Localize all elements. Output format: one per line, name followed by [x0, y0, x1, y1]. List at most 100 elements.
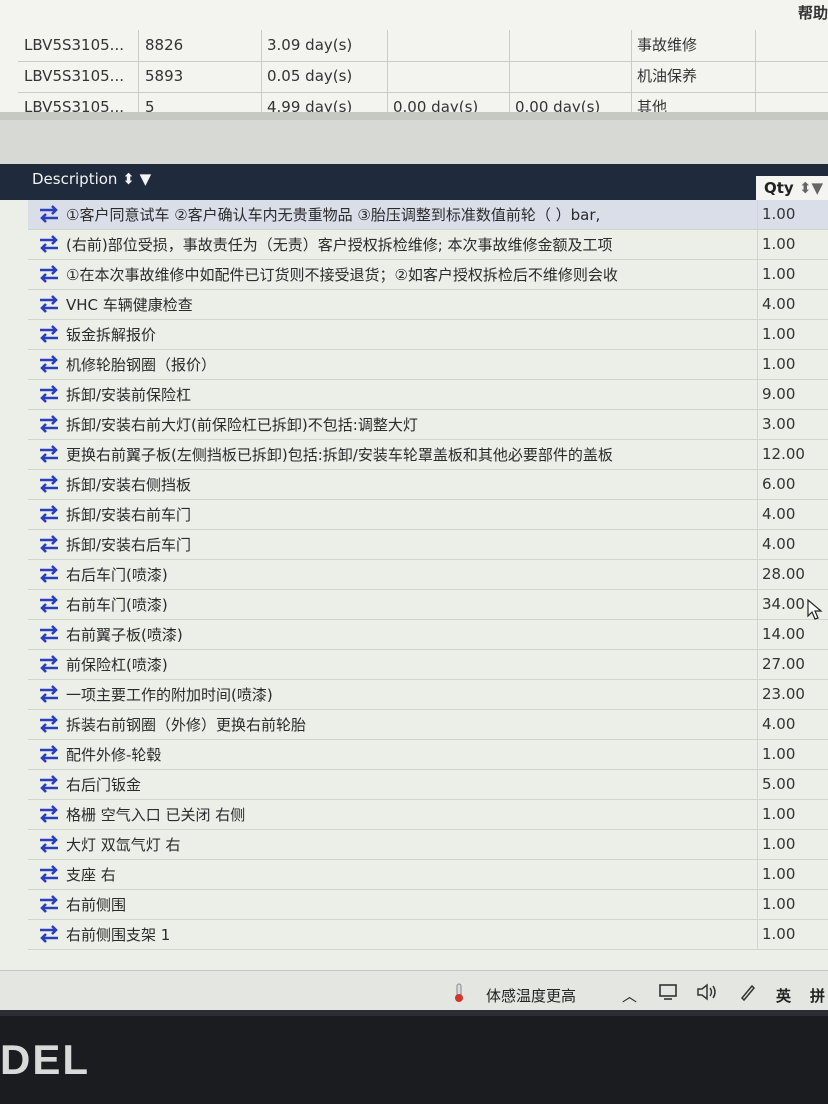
item-description: 拆装右前钢圈（外修）更换右前轮胎	[66, 716, 307, 734]
swap-arrows-icon[interactable]	[38, 535, 60, 553]
swap-arrows-icon[interactable]	[38, 205, 60, 223]
list-item[interactable]: ①在本次事故维修中如配件已订货则不接受退货；②如客户授权拆检后不维修则会收 1.0…	[28, 260, 828, 290]
table-row[interactable]: LBV5S3105... 8826 3.09 day(s) 事故维修	[18, 30, 828, 62]
column-header-description[interactable]: Description ⬍ ▼	[32, 170, 151, 188]
list-item[interactable]: 拆装右前钢圈（外修）更换右前轮胎 4.00	[28, 710, 828, 740]
swap-arrows-icon[interactable]	[38, 325, 60, 343]
grid-header: Description ⬍ ▼ Qty ⬍▼	[0, 164, 828, 200]
list-item[interactable]: 右前侧围 1.00	[28, 890, 828, 920]
swap-arrows-icon[interactable]	[38, 295, 60, 313]
item-description: 拆卸/安装右前大灯(前保险杠已拆卸)不包括:调整大灯	[66, 416, 418, 434]
days-cell: 0.05 day(s)	[261, 61, 388, 92]
swap-arrows-icon[interactable]	[38, 805, 60, 823]
list-item[interactable]: 机修轮胎钢圈（报价） 1.00	[28, 350, 828, 380]
swap-arrows-icon[interactable]	[38, 385, 60, 403]
item-qty: 3.00	[757, 410, 828, 439]
ime-mode-indicator[interactable]: 拼	[810, 985, 825, 1006]
item-qty: 4.00	[757, 290, 828, 319]
list-item[interactable]: 拆卸/安装右前大灯(前保险杠已拆卸)不包括:调整大灯 3.00	[28, 410, 828, 440]
list-item[interactable]: 前保险杠(喷漆) 27.00	[28, 650, 828, 680]
chevron-up-icon[interactable]: ︿	[622, 985, 637, 1006]
item-description: 钣金拆解报价	[66, 326, 157, 344]
item-description: 大灯 双氙气灯 右	[66, 836, 181, 854]
swap-arrows-icon[interactable]	[38, 235, 60, 253]
item-qty: 4.00	[757, 530, 828, 559]
vehicle-history-grid: 帮助 LBV5S3105... 8826 3.09 day(s) 事故维修 LB…	[0, 0, 828, 115]
list-item[interactable]: 拆卸/安装右前车门 4.00	[28, 500, 828, 530]
item-qty: 1.00	[757, 230, 828, 259]
item-qty: 9.00	[757, 380, 828, 409]
sort-icon[interactable]: ⬍	[122, 170, 135, 188]
list-item[interactable]: 右后门钣金 5.00	[28, 770, 828, 800]
swap-arrows-icon[interactable]	[38, 595, 60, 613]
list-item[interactable]: 右后车门(喷漆) 28.00	[28, 560, 828, 590]
swap-arrows-icon[interactable]	[38, 835, 60, 853]
item-description: 前保险杠(喷漆)	[66, 656, 168, 674]
ime-language-indicator[interactable]: 英	[776, 985, 791, 1006]
list-item[interactable]: 一项主要工作的附加时间(喷漆) 23.00	[28, 680, 828, 710]
list-item[interactable]: 格栅 空气入口 已关闭 右侧 1.00	[28, 800, 828, 830]
swap-arrows-icon[interactable]	[38, 565, 60, 583]
list-item[interactable]: 支座 右 1.00	[28, 860, 828, 890]
pen-icon[interactable]	[738, 982, 758, 1006]
thermometer-icon[interactable]	[452, 983, 466, 1007]
list-item[interactable]: VHC 车辆健康检查 4.00	[28, 290, 828, 320]
column-header-qty[interactable]: Qty ⬍▼	[756, 176, 828, 200]
swap-arrows-icon[interactable]	[38, 445, 60, 463]
swap-arrows-icon[interactable]	[38, 655, 60, 673]
list-item[interactable]: 拆卸/安装前保险杠 9.00	[28, 380, 828, 410]
swap-arrows-icon[interactable]	[38, 475, 60, 493]
item-qty: 1.00	[757, 260, 828, 289]
swap-arrows-icon[interactable]	[38, 895, 60, 913]
swap-arrows-icon[interactable]	[38, 925, 60, 943]
volume-icon[interactable]	[696, 983, 718, 1005]
item-qty: 12.00	[757, 440, 828, 469]
vin-cell: LBV5S3105...	[18, 30, 139, 61]
svg-text:DELL: DELL	[0, 1036, 90, 1082]
swap-arrows-icon[interactable]	[38, 775, 60, 793]
item-qty: 4.00	[757, 710, 828, 739]
swap-arrows-icon[interactable]	[38, 715, 60, 733]
days-cell: 3.09 day(s)	[261, 30, 388, 61]
list-item[interactable]: 右前侧围支架 1 1.00	[28, 920, 828, 950]
filter-icon[interactable]: ▼	[812, 179, 824, 197]
item-description: (右前)部位受损，事故责任为（无责）客户授权拆检维修; 本次事故维修金额及工项	[66, 236, 613, 254]
vin-cell: LBV5S3105...	[18, 61, 139, 92]
list-item[interactable]: 拆卸/安装右后车门 4.00	[28, 530, 828, 560]
weather-text[interactable]: 体感温度更高	[486, 985, 576, 1006]
column-header-label: Description	[32, 170, 118, 188]
item-description: 拆卸/安装前保险杠	[66, 386, 192, 404]
network-icon[interactable]	[658, 983, 680, 1005]
swap-arrows-icon[interactable]	[38, 415, 60, 433]
list-item[interactable]: 钣金拆解报价 1.00	[28, 320, 828, 350]
monitor-bezel	[0, 1016, 828, 1104]
item-description: 右后车门(喷漆)	[66, 566, 168, 584]
item-description: 拆卸/安装右侧挡板	[66, 476, 192, 494]
item-qty: 27.00	[757, 650, 828, 679]
list-item[interactable]: (右前)部位受损，事故责任为（无责）客户授权拆检维修; 本次事故维修金额及工项 1…	[28, 230, 828, 260]
item-qty: 1.00	[757, 860, 828, 889]
list-item[interactable]: 拆卸/安装右侧挡板 6.00	[28, 470, 828, 500]
item-description: 支座 右	[66, 866, 116, 884]
swap-arrows-icon[interactable]	[38, 745, 60, 763]
item-description: 右前车门(喷漆)	[66, 596, 168, 614]
swap-arrows-icon[interactable]	[38, 865, 60, 883]
sort-icon[interactable]: ⬍	[799, 179, 812, 197]
list-item[interactable]: 右前翼子板(喷漆) 14.00	[28, 620, 828, 650]
item-qty: 1.00	[757, 740, 828, 769]
swap-arrows-icon[interactable]	[38, 355, 60, 373]
swap-arrows-icon[interactable]	[38, 265, 60, 283]
swap-arrows-icon[interactable]	[38, 625, 60, 643]
swap-arrows-icon[interactable]	[38, 505, 60, 523]
list-item[interactable]: 右前车门(喷漆) 34.00	[28, 590, 828, 620]
swap-arrows-icon[interactable]	[38, 685, 60, 703]
item-description: VHC 车辆健康检查	[66, 296, 193, 314]
table-row[interactable]: LBV5S3105... 5893 0.05 day(s) 机油保养	[18, 61, 828, 93]
list-item[interactable]: 配件外修-轮毂 1.00	[28, 740, 828, 770]
list-item[interactable]: ①客户同意试车 ②客户确认车内无贵重物品 ③胎压调整到标准数值前轮（ ）bar,…	[28, 200, 828, 230]
list-item[interactable]: 大灯 双氙气灯 右 1.00	[28, 830, 828, 860]
panel-divider[interactable]	[0, 112, 828, 164]
filter-icon[interactable]: ▼	[140, 170, 152, 188]
list-item[interactable]: 更换右前翼子板(左侧挡板已拆卸)包括:拆卸/安装车轮罩盖板和其他必要部件的盖板 1…	[28, 440, 828, 470]
help-menu[interactable]: 帮助	[798, 2, 828, 23]
